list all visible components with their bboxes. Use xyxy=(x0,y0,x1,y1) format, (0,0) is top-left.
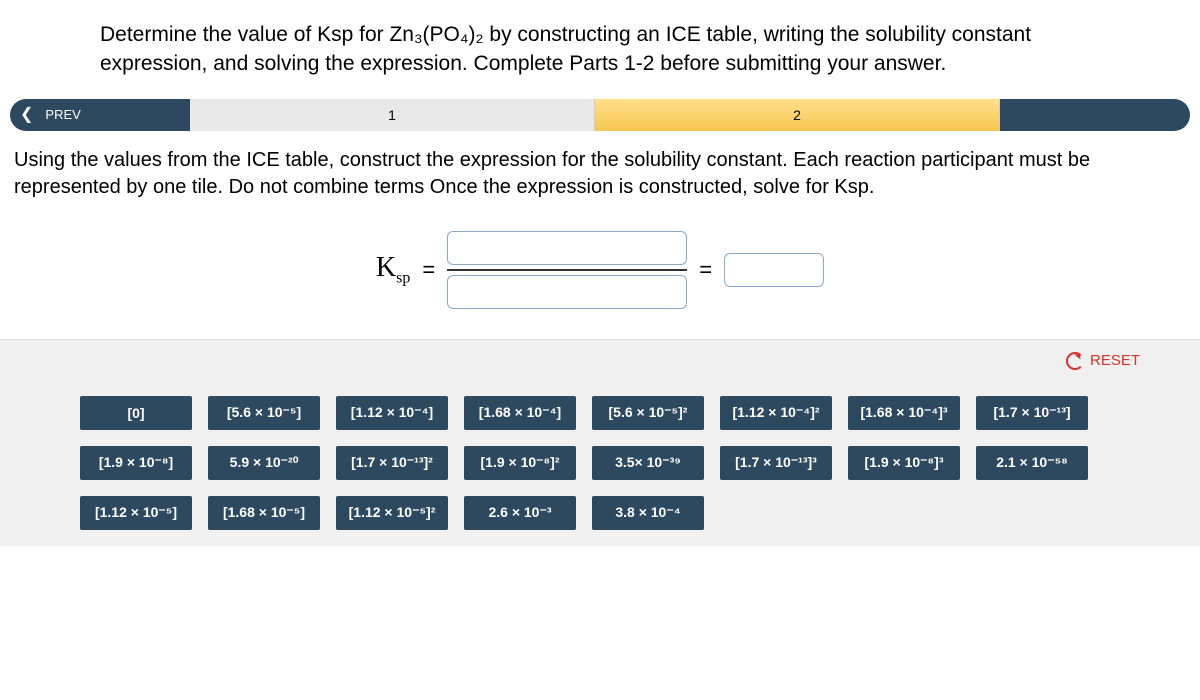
reset-label: RESET xyxy=(1090,352,1140,369)
tile-row: [1.12 × 10⁻⁵] [1.68 × 10⁻⁵] [1.12 × 10⁻⁵]²… xyxy=(80,496,1140,530)
chevron-left-icon: ❮ xyxy=(20,107,33,123)
tile-row: [1.9 × 10⁻⁸] 5.9 × 10⁻²⁰ [1.7 × 10⁻¹³]² [1.… xyxy=(80,446,1140,480)
answer-tile[interactable]: [1.7 × 10⁻¹³] xyxy=(976,396,1088,430)
question-text: Determine the value of Ksp for Zn₃(PO₄)₂… xyxy=(0,0,1200,99)
answer-tile[interactable]: [1.12 × 10⁻⁵] xyxy=(80,496,192,530)
tiles-area: RESET [0] [5.6 × 10⁻⁵] [1.12 × 10⁻⁴] [1.68 … xyxy=(0,339,1200,546)
prev-button[interactable]: ❮ PREV xyxy=(10,99,190,131)
answer-tile[interactable]: [1.68 × 10⁻⁵] xyxy=(208,496,320,530)
reset-icon xyxy=(1066,352,1084,370)
answer-tile[interactable]: [1.12 × 10⁻⁵]² xyxy=(336,496,448,530)
answer-tile[interactable]: 3.8 × 10⁻⁴ xyxy=(592,496,704,530)
ksp-letter: K xyxy=(376,252,396,283)
step-2-pill[interactable]: 2 xyxy=(595,99,1000,131)
ksp-sub: sp xyxy=(396,270,410,287)
answer-tile[interactable]: [1.9 × 10⁻⁸] xyxy=(80,446,192,480)
numerator-drop[interactable] xyxy=(447,231,687,265)
step-1-pill[interactable]: 1 xyxy=(190,99,595,131)
answer-tile[interactable]: [5.6 × 10⁻⁵]² xyxy=(592,396,704,430)
answer-tile[interactable]: [1.7 × 10⁻¹³]² xyxy=(336,446,448,480)
reset-button[interactable]: RESET xyxy=(1066,352,1140,370)
expression-area: Ksp = = xyxy=(0,213,1200,339)
fraction-line xyxy=(447,269,687,271)
step-nav: ❮ PREV 1 2 xyxy=(10,99,1190,131)
prev-label: PREV xyxy=(45,107,80,122)
denominator-drop[interactable] xyxy=(447,275,687,309)
answer-tile[interactable]: [1.12 × 10⁻⁴] xyxy=(336,396,448,430)
fraction xyxy=(447,231,687,309)
nav-end-cap xyxy=(1000,99,1190,131)
equals-sign-1: = xyxy=(422,257,435,283)
answer-tile[interactable]: [0] xyxy=(80,396,192,430)
equals-sign-2: = xyxy=(699,257,712,283)
answer-tile[interactable]: [1.12 × 10⁻⁴]² xyxy=(720,396,832,430)
answer-tile[interactable]: 2.1 × 10⁻⁵⁸ xyxy=(976,446,1088,480)
answer-tile[interactable]: [1.9 × 10⁻⁸]² xyxy=(464,446,576,480)
answer-tile[interactable]: [1.9 × 10⁻⁸]³ xyxy=(848,446,960,480)
answer-tile[interactable]: [5.6 × 10⁻⁵] xyxy=(208,396,320,430)
result-drop[interactable] xyxy=(724,253,824,287)
answer-tile[interactable]: [1.7 × 10⁻¹³]³ xyxy=(720,446,832,480)
answer-tile[interactable]: 5.9 × 10⁻²⁰ xyxy=(208,446,320,480)
tile-rows: [0] [5.6 × 10⁻⁵] [1.12 × 10⁻⁴] [1.68 × 10⁻⁴… xyxy=(80,356,1140,530)
answer-tile[interactable]: [1.68 × 10⁻⁴] xyxy=(464,396,576,430)
answer-tile[interactable]: [1.68 × 10⁻⁴]³ xyxy=(848,396,960,430)
ksp-label: Ksp xyxy=(376,252,410,288)
answer-tile[interactable]: 3.5× 10⁻³⁹ xyxy=(592,446,704,480)
answer-tile[interactable]: 2.6 × 10⁻³ xyxy=(464,496,576,530)
tile-row: [0] [5.6 × 10⁻⁵] [1.12 × 10⁻⁴] [1.68 × 10⁻⁴… xyxy=(80,396,1140,430)
step-instructions: Using the values from the ICE table, con… xyxy=(0,141,1200,213)
